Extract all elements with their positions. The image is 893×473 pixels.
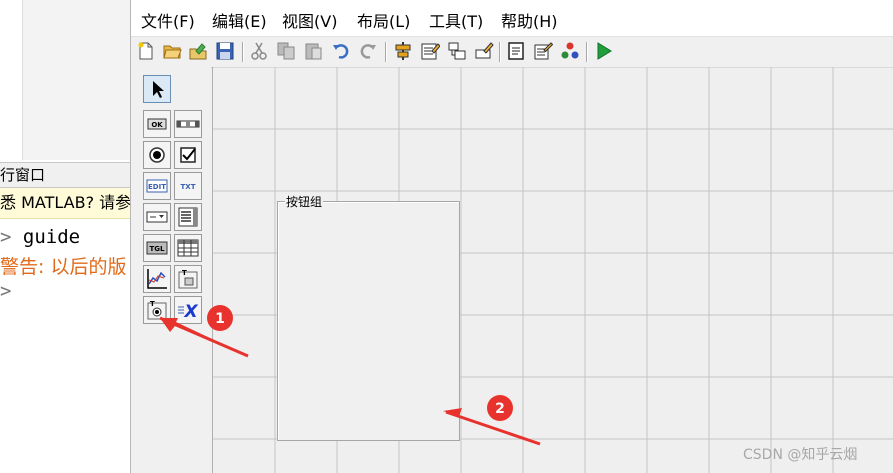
property-inspector-icon[interactable] <box>533 41 553 61</box>
axes-icon <box>147 269 167 289</box>
menu-view[interactable]: 视图(V) <box>282 8 337 32</box>
command-window: 行窗口 悉 MATLAB? 请参 > guide 警告: 以后的版 > <box>0 0 130 473</box>
editor-icon[interactable] <box>506 41 526 61</box>
push-button-icon: OK <box>147 118 167 130</box>
command-line: > guide <box>0 226 80 248</box>
button-group-title: 按钮组 <box>285 193 324 210</box>
align-icon[interactable] <box>393 41 413 61</box>
redo-icon[interactable] <box>358 41 378 61</box>
paste-icon[interactable] <box>303 41 323 61</box>
toggle-button-icon: TGL <box>146 241 168 255</box>
button-group-component[interactable]: 按钮组 <box>277 193 460 441</box>
toolbar-separator <box>499 42 501 62</box>
copy-icon[interactable] <box>276 41 296 61</box>
table-tool-button[interactable] <box>174 234 202 262</box>
popup-menu-tool-button[interactable] <box>143 203 171 231</box>
menu-help[interactable]: 帮助(H) <box>501 8 558 32</box>
edit-text-icon: EDIT <box>146 179 168 193</box>
checkbox-icon <box>180 147 196 163</box>
static-text-icon: TXT <box>181 183 196 191</box>
button-group-tool-label: T <box>150 300 155 308</box>
current-folder-panel <box>0 0 22 160</box>
radio-button-tool-button[interactable] <box>143 141 171 169</box>
command-window-notice[interactable]: 悉 MATLAB? 请参 <box>0 188 130 219</box>
toggle-button-tool-label: TGL <box>150 245 166 253</box>
toolbar-separator <box>242 42 244 62</box>
radio-button-icon <box>149 147 165 163</box>
menu-tools[interactable]: 工具(T) <box>429 8 483 32</box>
panel-tool-button[interactable]: T <box>174 265 202 293</box>
button-group-tool-button[interactable]: T <box>143 296 171 324</box>
table-icon <box>177 239 199 257</box>
arrow-cursor-icon <box>153 81 164 98</box>
panel-tool-label: T <box>182 269 187 277</box>
watermark: CSDN @知乎云烟 <box>743 447 858 463</box>
popup-menu-icon <box>146 211 168 223</box>
tab-order-icon[interactable] <box>447 41 467 61</box>
activex-icon: X <box>178 302 198 322</box>
component-palette: OK EDIT TXT TGL T T X <box>131 67 211 473</box>
save-icon[interactable] <box>215 41 235 61</box>
run-icon[interactable] <box>594 41 614 61</box>
listbox-icon <box>178 207 198 227</box>
panel-icon: T <box>178 269 198 289</box>
edit-text-tool-button[interactable]: EDIT <box>143 172 171 200</box>
menu-layout[interactable]: 布局(L) <box>357 8 410 32</box>
open-icon[interactable] <box>162 41 182 61</box>
toggle-button-tool-button[interactable]: TGL <box>143 234 171 262</box>
toolbar-separator <box>586 42 588 62</box>
command-window-title: 行窗口 <box>0 162 130 188</box>
toolbar <box>131 36 893 68</box>
menu-edit[interactable]: 编辑(E) <box>212 8 267 32</box>
push-button-tool-button[interactable]: OK <box>143 110 171 138</box>
warning-line: 警告: 以后的版 <box>0 256 127 278</box>
edit-text-tool-label: EDIT <box>148 183 166 191</box>
command-text: guide <box>11 226 81 248</box>
select-tool-button[interactable] <box>143 75 171 103</box>
menu-file[interactable]: 文件(F) <box>141 8 195 32</box>
cut-icon[interactable] <box>249 41 269 61</box>
command-prompt-line[interactable]: > <box>0 280 11 302</box>
prompt-chevron: > <box>0 226 12 248</box>
slider-icon <box>176 120 200 128</box>
guide-window: 文件(F) 编辑(E) 视图(V) 布局(L) 工具(T) 帮助(H) OK E… <box>130 0 893 473</box>
layout-canvas[interactable]: 按钮组 <box>212 67 893 473</box>
listbox-tool-button[interactable] <box>174 203 202 231</box>
toolbar-editor-icon[interactable] <box>474 41 494 61</box>
undo-icon[interactable] <box>331 41 351 61</box>
checkbox-tool-button[interactable] <box>174 141 202 169</box>
workspace-panel <box>22 0 130 160</box>
new-icon[interactable] <box>136 41 156 61</box>
activex-tool-label: X <box>183 302 198 322</box>
menu-bar: 文件(F) 编辑(E) 视图(V) 布局(L) 工具(T) 帮助(H) <box>131 0 893 36</box>
export-icon[interactable] <box>188 41 208 61</box>
activex-tool-button[interactable]: X <box>174 296 202 324</box>
prompt-chevron: > <box>0 280 12 302</box>
object-browser-icon[interactable] <box>560 41 580 61</box>
static-text-tool-label: TXT <box>181 183 196 191</box>
push-button-tool-label: OK <box>151 121 163 129</box>
toolbar-separator <box>385 42 387 62</box>
slider-tool-button[interactable] <box>174 110 202 138</box>
menu-editor-icon[interactable] <box>420 41 440 61</box>
button-group-icon: T <box>147 300 167 320</box>
axes-tool-button[interactable] <box>143 265 171 293</box>
static-text-tool-button[interactable]: TXT <box>174 172 202 200</box>
